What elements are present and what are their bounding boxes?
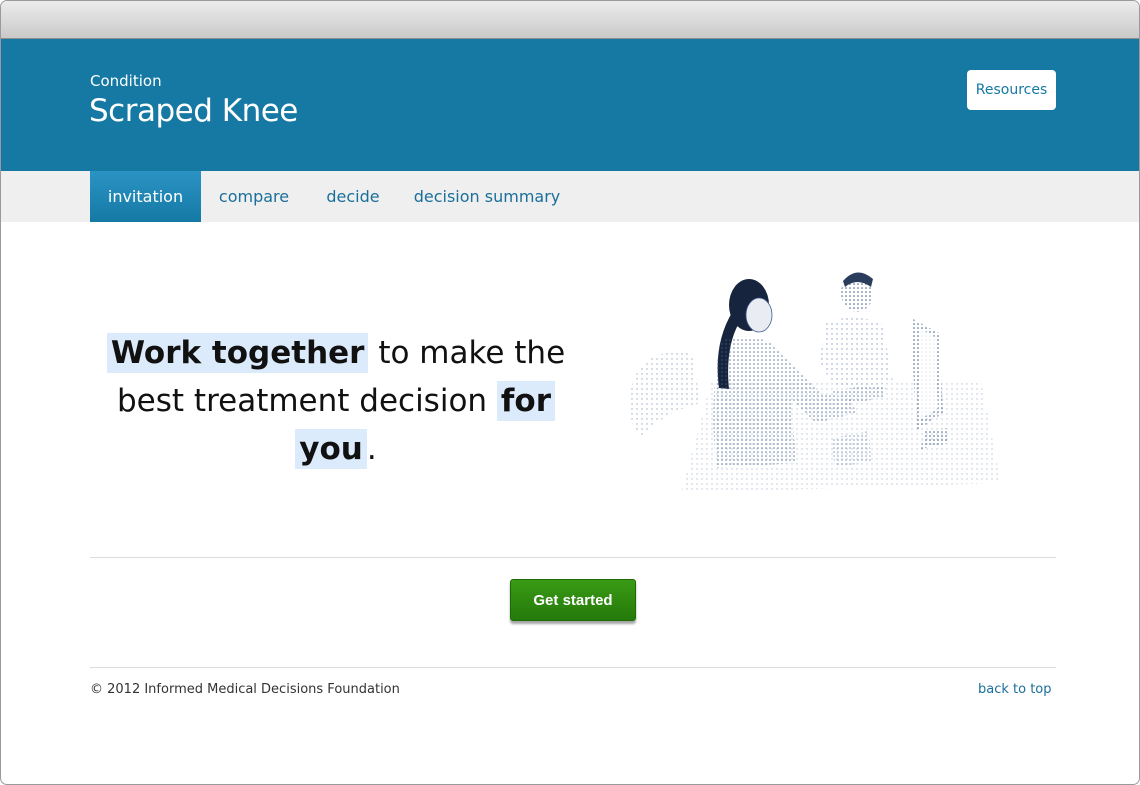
condition-title: Scraped Knee: [89, 93, 298, 129]
hero-text-period: .: [366, 431, 377, 467]
resources-button[interactable]: Resources: [967, 70, 1056, 110]
footer-divider: [90, 667, 1056, 668]
hero-highlight-work-together: Work together: [106, 333, 369, 373]
back-to-top-link[interactable]: back to top: [978, 682, 1052, 697]
content-divider: [90, 557, 1056, 558]
hero-highlight-you: you: [295, 429, 367, 469]
tab-decide[interactable]: decide: [315, 171, 391, 222]
window-titlebar: [1, 1, 1139, 39]
browser-window: Condition Scraped Knee Resources invitat…: [0, 0, 1140, 785]
tab-invitation[interactable]: invitation: [90, 171, 201, 222]
copyright-text: © 2012 Informed Medical Decisions Founda…: [90, 682, 400, 697]
condition-header: Condition Scraped Knee Resources: [1, 39, 1139, 171]
tab-compare[interactable]: compare: [209, 171, 299, 222]
hero-message: Work together to make the best treatment…: [91, 329, 581, 473]
condition-label: Condition: [90, 72, 162, 90]
doctor-patient-illustration: [629, 272, 1001, 493]
hero-highlight-for: for: [496, 381, 555, 421]
get-started-button[interactable]: Get started: [510, 579, 636, 621]
tab-decision-summary[interactable]: decision summary: [406, 171, 568, 222]
tab-bar: invitation compare decide decision summa…: [1, 171, 1139, 222]
